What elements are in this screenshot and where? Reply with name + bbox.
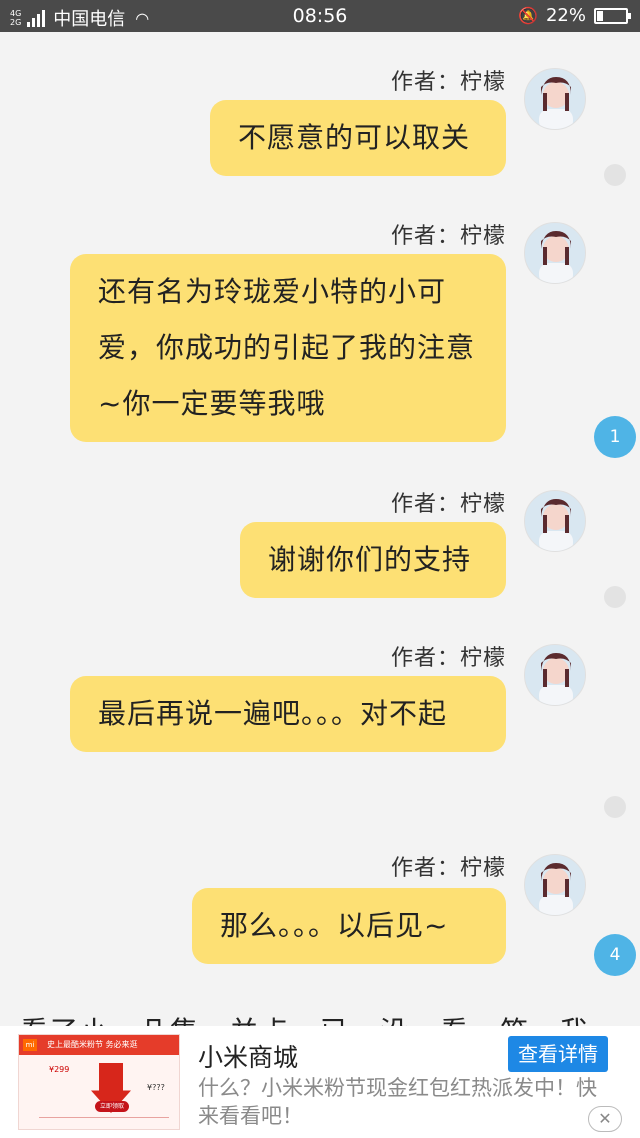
- comment-count-badge[interactable]: 1: [594, 416, 636, 458]
- view-details-button[interactable]: 查看详情: [508, 1036, 608, 1072]
- ad-image-button: 立即领取: [95, 1101, 129, 1112]
- unread-dot: [604, 796, 626, 818]
- author-name: 作者：柠檬: [390, 646, 506, 671]
- ad-image-question: ¥???: [147, 1083, 165, 1092]
- message-bubble[interactable]: 那么。。。以后见~: [192, 888, 506, 964]
- close-icon[interactable]: ✕: [588, 1106, 622, 1132]
- ad-image-price: ¥299: [49, 1065, 70, 1074]
- ad-banner[interactable]: 史上最酷米粉节 务必来逛 mi ¥299 立即领取 ¥??? 小米商城 查看详情…: [0, 1026, 640, 1138]
- status-bar: 4G 2G 中国电信 ◠ 08:56 🔕 22%: [0, 0, 640, 32]
- author-name: 作者：柠檬: [390, 856, 506, 881]
- author-name: 作者：柠檬: [390, 492, 506, 517]
- author-avatar[interactable]: [524, 222, 586, 284]
- author-name: 作者：柠檬: [390, 224, 506, 249]
- battery-percent: 22%: [545, 5, 586, 26]
- comment-count-badge[interactable]: 4: [594, 934, 636, 976]
- message-bubble[interactable]: 最后再说一遍吧。。。对不起: [70, 676, 506, 752]
- author-avatar[interactable]: [524, 854, 586, 916]
- author-avatar[interactable]: [524, 644, 586, 706]
- ad-image-banner: 史上最酷米粉节 务必来逛: [19, 1035, 179, 1055]
- unread-dot: [604, 586, 626, 608]
- author-avatar[interactable]: [524, 490, 586, 552]
- unread-dot: [604, 164, 626, 186]
- message-bubble[interactable]: 不愿意的可以取关: [210, 100, 506, 176]
- mi-logo-icon: mi: [23, 1039, 37, 1051]
- message-bubble[interactable]: 谢谢你们的支持: [240, 522, 506, 598]
- ad-image[interactable]: 史上最酷米粉节 务必来逛 mi ¥299 立即领取 ¥???: [18, 1034, 180, 1130]
- ad-description: 什么？小米米粉节现金红包红热派发中！快来看看吧！: [198, 1076, 597, 1128]
- ad-title[interactable]: 小米商城: [198, 1038, 298, 1074]
- battery-icon: [594, 7, 631, 24]
- ad-image-line: [39, 1117, 169, 1118]
- bell-muted-icon: 🔕: [518, 6, 538, 25]
- author-avatar[interactable]: [524, 68, 586, 130]
- author-name: 作者：柠檬: [390, 70, 506, 95]
- message-bubble[interactable]: 还有名为玲珑爱小特的小可爱，你成功的引起了我的注意~你一定要等我哦: [70, 254, 506, 442]
